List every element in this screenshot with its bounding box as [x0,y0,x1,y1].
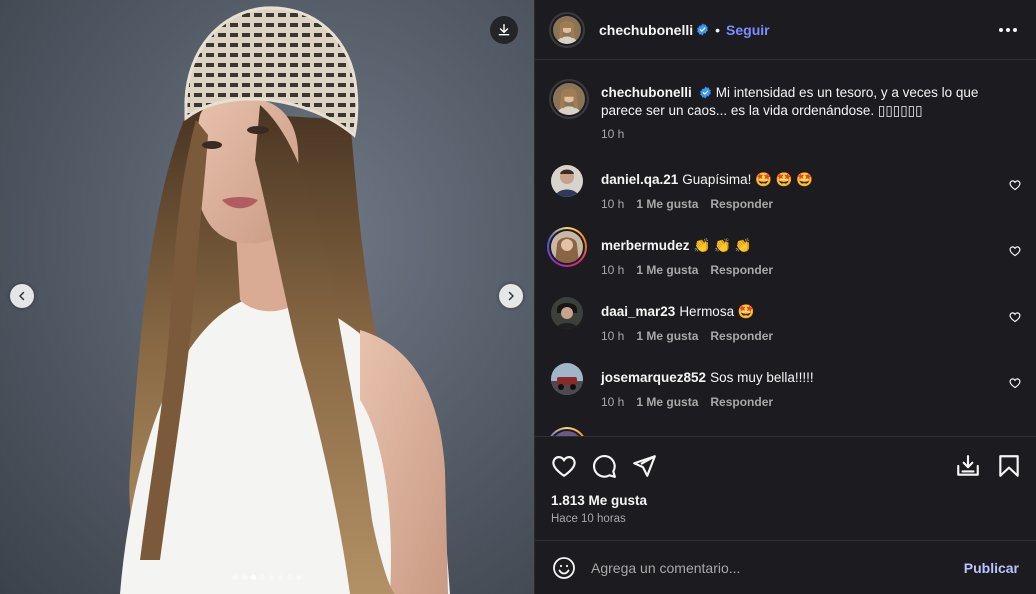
carousel-dot [233,575,238,580]
comment-body: daniel.qa.21 Guapísima! 🤩 🤩 🤩 [601,171,1001,189]
carousel-dot [251,575,256,580]
comment-meta: 10 h 1 Me gusta Responder [601,395,773,409]
reply-button[interactable]: Responder [710,329,773,343]
carousel-dot [269,575,274,580]
comment-avatar-wrap[interactable] [551,297,583,329]
comment-text: 👏 👏 👏 [693,238,752,253]
post-actions-bar [535,436,1036,491]
save-to-collection-icon[interactable] [955,453,981,479]
next-photo-button[interactable] [499,284,523,308]
bookmark-icon[interactable] [996,453,1022,479]
comment-time: 10 h [601,263,625,277]
comment-likes-link[interactable]: 1 Me gusta [636,263,698,277]
comment-likes-link[interactable]: 1 Me gusta [636,197,698,211]
comment-bubble-icon[interactable] [591,453,617,479]
reply-button[interactable]: Responder [710,197,773,211]
story-ring [547,227,587,267]
more-dot-icon [1013,28,1017,32]
post-photo [120,6,450,594]
commenter-username[interactable]: josemarquez852 [601,370,706,385]
comment-composer: Publicar [535,540,1036,594]
comment-avatar-wrap[interactable] [551,363,583,395]
commenter-username[interactable]: merbermudez [601,238,690,253]
caption-username[interactable]: chechubonelli [601,85,692,100]
download-icon [498,24,510,36]
comments-list[interactable]: chechubonelli Mi intensidad es un tesoro,… [535,61,1036,436]
caption-avatar-wrap[interactable] [551,81,587,117]
reply-button[interactable]: Responder [710,395,773,409]
post-header: chechubonelli • Seguir [535,0,1036,60]
commenter-username[interactable]: daniel.qa.21 [601,172,678,187]
comment-body: merbermudez 👏 👏 👏 [601,237,1001,255]
like-comment-heart-icon[interactable] [1009,245,1021,257]
caption-time: 10 h [601,127,625,141]
likes-count[interactable]: 1.813 Me gusta [551,493,647,508]
carousel-dot [278,575,283,580]
more-options-button[interactable] [999,22,1019,38]
chevron-right-icon [508,291,514,301]
comment-meta: 10 h 1 Me gusta Responder [601,197,773,211]
author-avatar [553,15,581,44]
caption-row: chechubonelli Mi intensidad es un tesoro,… [551,81,1021,141]
like-comment-heart-icon[interactable] [1009,179,1021,191]
comment-meta: 10 h 1 Me gusta Responder [601,263,773,277]
comment-body: josemarquez852 Sos muy bella!!!!! [601,369,1001,387]
comment-text: Guapísima! 🤩 🤩 🤩 [682,172,814,187]
carousel-dot [296,575,301,580]
comment-row: josemarquez852 Sos muy bella!!!!! 10 h 1 … [551,363,1021,413]
comment-time: 10 h [601,329,625,343]
caption-body: chechubonelli Mi intensidad es un tesoro,… [601,84,1001,120]
like-comment-heart-icon[interactable] [1009,311,1021,323]
comment-avatar-wrap[interactable] [551,165,583,197]
comment-body: daai_mar23 Hermosa 🤩 [601,303,1001,321]
commenter-avatar [551,297,583,329]
caption-meta: 10 h [601,127,624,141]
post-side-panel: chechubonelli • Seguir chechubonelli Mi i… [534,0,1036,594]
header-separator: • [715,21,721,38]
comment-row-partial [547,427,1021,436]
publish-button[interactable]: Publicar [964,560,1019,576]
comment-time: 10 h [601,395,625,409]
comment-row: daniel.qa.21 Guapísima! 🤩 🤩 🤩 10 h 1 Me g… [551,165,1021,215]
post-media [0,0,534,594]
comment-row: merbermudez 👏 👏 👏 10 h 1 Me gusta Respond… [547,227,1021,281]
commenter-username[interactable]: daai_mar23 [601,304,675,319]
like-comment-heart-icon[interactable] [1009,377,1021,389]
comment-likes-link[interactable]: 1 Me gusta [636,329,698,343]
chevron-left-icon [19,291,25,301]
author-username[interactable]: chechubonelli [599,22,693,38]
share-paper-plane-icon[interactable] [631,453,657,479]
commenter-avatar [551,363,583,395]
comment-input[interactable] [591,559,964,576]
carousel-dot [287,575,292,580]
verified-badge-icon [699,86,711,99]
comment-meta: 10 h 1 Me gusta Responder [601,329,773,343]
like-heart-icon[interactable] [551,453,577,479]
carousel-dot [242,575,247,580]
author-avatar [553,83,585,115]
reply-button[interactable]: Responder [710,263,773,277]
comment-time: 10 h [601,197,625,211]
commenter-avatar [551,165,583,197]
more-dot-icon [1006,28,1010,32]
commenter-avatar [551,231,583,263]
comment-avatar-wrap[interactable] [547,227,587,267]
comment-text: Hermosa 🤩 [679,304,755,319]
download-button[interactable] [490,16,518,44]
carousel-indicator [0,575,534,580]
previous-photo-button[interactable] [10,284,34,308]
more-dot-icon [999,28,1003,32]
comment-row: daai_mar23 Hermosa 🤩 10 h 1 Me gusta Resp… [551,297,1021,347]
comment-text: Sos muy bella!!!!! [710,370,814,385]
author-avatar-ring[interactable] [551,13,583,46]
comment-likes-link[interactable]: 1 Me gusta [636,395,698,409]
follow-button[interactable]: Seguir [726,22,770,38]
verified-badge-icon [697,23,708,36]
story-ring [547,427,587,436]
carousel-dot [260,575,265,580]
emoji-picker-icon[interactable] [552,556,576,580]
post-timestamp: Hace 10 horas [551,513,626,525]
